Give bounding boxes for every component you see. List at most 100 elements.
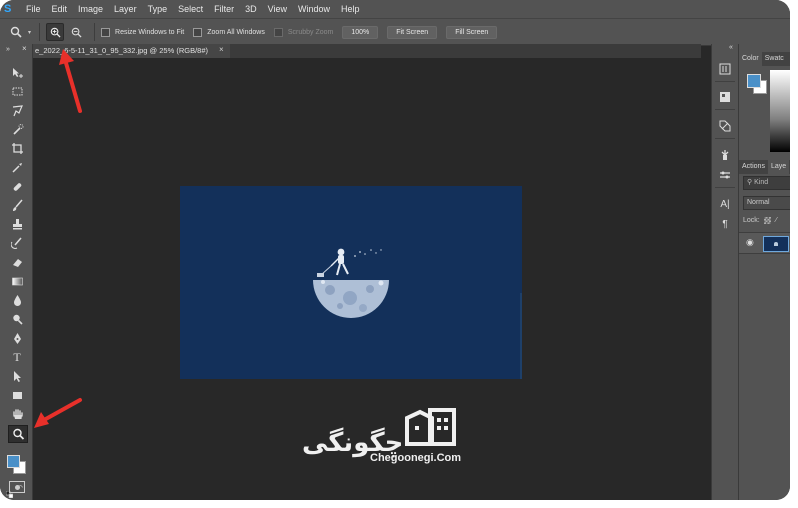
menu-image[interactable]: Image	[78, 4, 103, 14]
checkbox-box[interactable]	[101, 27, 111, 37]
menu-select[interactable]: Select	[178, 4, 203, 14]
menu-file[interactable]: File	[26, 4, 41, 14]
color-panel-foreground-swatch[interactable]	[747, 74, 761, 88]
photoshop-window: S File Edit Image Layer Type Select Filt…	[0, 0, 790, 500]
kind-label: Kind	[754, 179, 769, 186]
dodge-tool-icon[interactable]	[8, 311, 26, 327]
scrubby-zoom-label: Scrubby Zoom	[287, 28, 334, 36]
canvas-area[interactable]: چگونگی Chegoonegi.Com	[33, 58, 701, 500]
zoom-out-icon[interactable]	[68, 24, 84, 40]
document-tab-bar: e_2022_6-5-11_31_0_95_332.jpg @ 25% (RGB…	[33, 44, 701, 58]
divider	[715, 138, 735, 139]
annotation-arrow-zoom-tool	[34, 398, 82, 428]
properties-panel-icon[interactable]	[718, 119, 732, 133]
document-image[interactable]	[180, 186, 522, 379]
tool-preset-zoom-icon[interactable]	[8, 24, 24, 40]
checkbox-box[interactable]	[273, 27, 283, 37]
quick-mask-icon[interactable]	[9, 481, 25, 493]
quick-selection-tool-icon[interactable]	[8, 121, 26, 137]
color-spectrum[interactable]	[770, 70, 790, 152]
layer-thumbnail-mark	[774, 242, 778, 246]
right-panels: Color Swatc Actions Laye ⚲ Kind Normal L…	[739, 44, 790, 500]
character-panel-icon[interactable]: A|	[718, 197, 732, 211]
menu-3d[interactable]: 3D	[245, 4, 257, 14]
blur-tool-icon[interactable]	[8, 292, 26, 308]
history-brush-tool-icon[interactable]	[8, 235, 26, 251]
gradient-tool-icon[interactable]	[8, 273, 26, 289]
blend-mode-select[interactable]: Normal	[743, 196, 790, 210]
watermark-domain: Chegoonegi.Com	[370, 452, 462, 464]
toolbar-close-icon[interactable]: ×	[22, 44, 27, 53]
info-panel-icon[interactable]	[718, 90, 732, 104]
toolbar-collapse-icon[interactable]: »	[6, 46, 11, 53]
foreground-color-swatch[interactable]	[7, 455, 20, 468]
checkbox-box[interactable]	[193, 27, 203, 37]
eye-icon[interactable]: ◉	[746, 237, 754, 248]
lock-row: Lock: ⁄	[743, 217, 777, 224]
crop-tool-icon[interactable]	[8, 140, 26, 156]
zoom-all-windows-checkbox[interactable]: Zoom All Windows	[193, 27, 265, 37]
menu-filter[interactable]: Filter	[214, 4, 234, 14]
document-close-icon[interactable]: ×	[219, 45, 224, 54]
menu-layer[interactable]: Layer	[114, 4, 137, 14]
brush-presets-icon[interactable]	[718, 168, 732, 182]
marquee-tool-icon[interactable]	[8, 83, 26, 99]
eraser-tool-icon[interactable]	[8, 254, 26, 270]
lock-brush-icon[interactable]: ⁄	[776, 217, 777, 224]
move-tool-icon[interactable]	[8, 64, 26, 80]
tool-preset-chevron-down-icon[interactable]: ▾	[28, 29, 31, 36]
path-selection-tool-icon[interactable]	[8, 368, 26, 384]
divider	[94, 23, 96, 41]
annotation-arrow-zoom-in	[59, 49, 82, 113]
paragraph-panel-glyph: ¶	[722, 218, 728, 230]
brush-panel-icon[interactable]	[718, 148, 732, 162]
layers-panel-tabs: Actions Laye	[739, 160, 790, 174]
app-logo: S	[4, 3, 12, 15]
options-bar: ▾ Resize Windows to Fit Zoom All Windows…	[0, 18, 790, 46]
type-tool-glyph: T	[13, 349, 21, 364]
tab-swatches[interactable]: Swatc	[762, 52, 787, 66]
rectangle-tool-icon[interactable]	[8, 387, 26, 403]
menu-type[interactable]: Type	[148, 4, 168, 14]
divider	[715, 109, 735, 110]
menu-help[interactable]: Help	[341, 4, 360, 14]
clone-stamp-tool-icon[interactable]	[8, 216, 26, 232]
fill-screen-button[interactable]: Fill Screen	[446, 25, 498, 39]
tab-layers[interactable]: Laye	[767, 160, 790, 174]
menu-window[interactable]: Window	[298, 4, 330, 14]
fit-screen-button[interactable]: Fit Screen	[387, 25, 438, 39]
search-icon: ⚲	[747, 179, 753, 186]
zoom-in-icon[interactable]	[46, 23, 65, 41]
menu-edit[interactable]: Edit	[52, 4, 68, 14]
healing-brush-tool-icon[interactable]	[8, 178, 26, 194]
zoom-tool-icon[interactable]	[8, 425, 28, 443]
dock-collapse-icon[interactable]: «	[729, 44, 733, 51]
pen-tool-icon[interactable]	[8, 330, 26, 346]
divider	[715, 187, 735, 188]
lock-transparent-icon[interactable]	[763, 217, 771, 224]
paragraph-panel-icon[interactable]: ¶	[718, 217, 732, 231]
character-panel-glyph: A|	[720, 198, 730, 210]
menu-view[interactable]: View	[268, 4, 287, 14]
resize-windows-label: Resize Windows to Fit	[115, 28, 185, 36]
layer-row[interactable]: ◉	[739, 232, 790, 254]
history-panel-icon[interactable]	[718, 62, 732, 76]
moon-astronaut-illustration	[180, 186, 522, 379]
eyedropper-tool-icon[interactable]	[8, 159, 26, 175]
resize-windows-checkbox[interactable]: Resize Windows to Fit	[101, 27, 185, 37]
scrubby-zoom-checkbox[interactable]: Scrubby Zoom	[273, 27, 334, 37]
watermark-logo-icon	[405, 408, 456, 446]
layer-filter-kind[interactable]: ⚲ Kind	[743, 176, 790, 190]
zoom-all-windows-label: Zoom All Windows	[207, 28, 265, 36]
hand-tool-icon[interactable]	[8, 406, 26, 422]
type-tool-icon[interactable]: T	[8, 349, 26, 365]
lock-label: Lock:	[743, 217, 760, 224]
brush-tool-icon[interactable]	[8, 197, 26, 213]
tab-color[interactable]: Color	[739, 52, 762, 66]
divider	[715, 81, 735, 82]
tab-actions[interactable]: Actions	[739, 160, 768, 174]
zoom-100-button[interactable]: 100%	[342, 25, 379, 39]
lasso-tool-icon[interactable]	[8, 102, 26, 118]
watermark: چگونگی Chegoonegi.Com	[302, 404, 492, 468]
color-panel-tabs: Color Swatc	[739, 52, 790, 66]
